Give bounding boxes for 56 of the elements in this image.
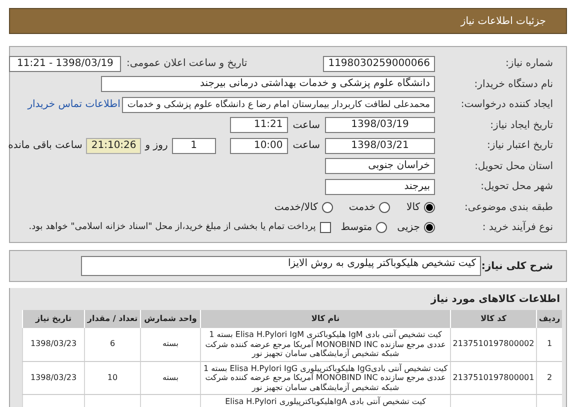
table-cell: 2137510197800001 <box>450 362 536 394</box>
radio-label: کالا/خدمت <box>274 200 318 214</box>
input-field[interactable]: خراسان جنوبی <box>325 158 435 174</box>
field-label: تاریخ و ساعت اعلان عمومی: <box>126 57 248 71</box>
table-cell: کیت تشخیص آنتی بادی IgM هلیکوباکتری Elisa H.Pylori IgM بسته 1 عددی مرجع سازنده MONOBIND INC آمریکا مرجع عرضه کننده شرکت شبکه تشخیص آزمایشگاهی سامان تجهیز نور <box>200 328 450 360</box>
radio-label: خدمت <box>348 200 376 214</box>
input-field[interactable]: 1 <box>172 138 216 154</box>
days-label: روز و <box>145 139 168 153</box>
radio-label: متوسط <box>340 221 372 235</box>
table-cell: بسته <box>140 328 200 360</box>
input-field[interactable]: محمدعلی لطافت کاربردار بیمارستان امام رضا ع دانشگاه علوم پزشکی و خدمات <box>122 96 435 112</box>
table-cell: 1 <box>536 328 562 360</box>
input-field[interactable]: دانشگاه علوم پزشکی و خدمات بهداشتی درمانی بیرجند <box>101 76 435 92</box>
field-label: طبقه بندی موضوعی: <box>464 200 553 214</box>
radio-button[interactable] <box>376 222 388 233</box>
input-field[interactable]: 10:00 <box>230 138 288 154</box>
field-label: تاریخ ایجاد نیاز: <box>489 118 553 132</box>
section-title: اطلاعات کالاهای مورد نیاز <box>430 293 561 307</box>
table-cell: کیت تشخیص آنتی بادیIgG هلیکوباکترپیلوری Elisa H.Pylori IgG بسته 1 عددی مرجع سازنده MONOBIND INC آمریکا مرجع عرضه کننده شرکت شبکه تشخیص آزمایشگاهی سامان تجهیز نور <box>200 362 450 394</box>
input-field[interactable]: 1398/03/19 - 11:21 <box>9 56 122 72</box>
radio-label: کالا <box>406 200 420 214</box>
table-cell: 2137510197800002 <box>450 328 536 360</box>
input-field[interactable]: بیرجند <box>325 178 435 194</box>
table-cell: 10 <box>84 362 140 394</box>
input-field[interactable]: 11:21 <box>230 117 288 133</box>
time-label: ساعت <box>292 139 320 153</box>
remaining-time[interactable]: 21:10:26 <box>86 138 142 154</box>
time-label: ساعت <box>292 118 320 132</box>
field-label: شهر محل تحویل: <box>480 180 553 194</box>
table-cell: کیت تشخیص آنتی بادی IgAهلیکوباکترپیلوری Elisa H.Pylori <box>200 395 450 407</box>
field-label: شماره نیاز: <box>504 57 553 71</box>
table-cell: 2 <box>536 362 562 394</box>
radio-label: جزیی <box>397 221 420 235</box>
checkbox[interactable] <box>320 222 331 233</box>
radio-button[interactable] <box>379 202 390 212</box>
summary-label: شرح کلی نیاز: <box>481 260 553 274</box>
radio-button[interactable] <box>424 202 435 212</box>
table-cell: 6 <box>84 328 140 360</box>
radio-button[interactable] <box>424 222 435 233</box>
field-label: ایجاد کننده درخواست: <box>460 98 553 112</box>
table-cell: بسته <box>140 362 200 394</box>
input-field[interactable]: 1198030259000066 <box>323 56 435 72</box>
page-title: جزئیات اطلاعات نیاز <box>460 14 546 28</box>
remaining-label: ساعت باقی مانده <box>8 139 82 153</box>
field-label: نام دستگاه خریدار: <box>473 77 553 92</box>
field-label: استان محل تحویل: <box>474 160 553 174</box>
field-label: نوع فرآیند خرید : <box>481 220 553 235</box>
contact-buyer-link[interactable]: اطلاعات تماس خریدار <box>28 97 120 112</box>
field-label: تاریخ اعتبار نیاز: <box>486 139 553 153</box>
input-field[interactable]: 1398/03/21 <box>325 138 435 154</box>
input-field[interactable]: 1398/03/19 <box>325 117 435 133</box>
input-field[interactable]: کیت تشخیص هلیکوباکتر پیلوری به روش الایزا <box>81 256 481 276</box>
checkbox-label: پرداخت تمام یا بخشی از مبلغ خرید،از محل "اسناد خزانه اسلامی" خواهد بود. <box>28 220 316 234</box>
table-cell: 1398/03/23 <box>22 362 84 394</box>
radio-button[interactable] <box>322 202 333 212</box>
table-cell: 1398/03/23 <box>22 328 84 360</box>
